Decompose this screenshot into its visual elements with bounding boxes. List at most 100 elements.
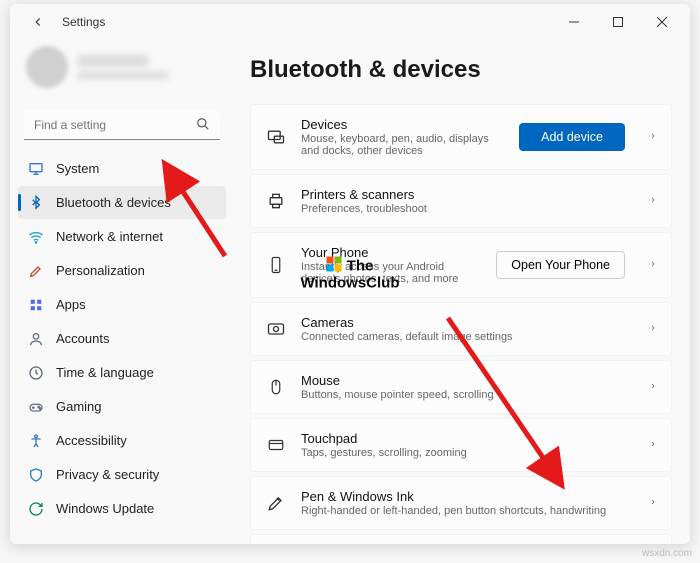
sidebar-item-time[interactable]: Time & language <box>18 356 226 389</box>
card-title: Printers & scanners <box>301 187 625 202</box>
card-icon <box>265 190 287 212</box>
close-button[interactable] <box>640 7 684 37</box>
sidebar-item-label: Personalization <box>56 263 145 278</box>
card-text: Your PhoneInstantly access your Android … <box>301 245 482 285</box>
window-title: Settings <box>62 15 105 29</box>
card-pen-windows-ink[interactable]: Pen & Windows InkRight-handed or left-ha… <box>250 476 672 530</box>
card-subtitle: Buttons, mouse pointer speed, scrolling <box>301 389 625 401</box>
profile-text <box>78 55 168 80</box>
card-icon <box>265 318 287 340</box>
titlebar: Settings <box>10 4 690 40</box>
chevron-right-icon <box>649 438 657 453</box>
maximize-button[interactable] <box>596 7 640 37</box>
card-list: DevicesMouse, keyboard, pen, audio, disp… <box>250 104 672 544</box>
chevron-right-icon <box>649 380 657 395</box>
card-text: TouchpadTaps, gestures, scrolling, zoomi… <box>301 431 625 459</box>
search-input[interactable] <box>24 110 220 140</box>
sidebar-item-privacy[interactable]: Privacy & security <box>18 458 226 491</box>
apps-icon <box>28 297 44 313</box>
card-title: Touchpad <box>301 431 625 446</box>
card-devices[interactable]: DevicesMouse, keyboard, pen, audio, disp… <box>250 104 672 170</box>
card-your-phone[interactable]: Your PhoneInstantly access your Android … <box>250 232 672 298</box>
sidebar-item-label: Privacy & security <box>56 467 159 482</box>
main: Bluetooth & devices DevicesMouse, keyboa… <box>232 40 690 544</box>
card-title: Cameras <box>301 315 625 330</box>
chevron-right-icon <box>649 258 657 273</box>
card-title: Your Phone <box>301 245 482 260</box>
card-touchpad[interactable]: TouchpadTaps, gestures, scrolling, zoomi… <box>250 418 672 472</box>
sidebar-item-label: System <box>56 161 99 176</box>
sidebar-item-apps[interactable]: Apps <box>18 288 226 321</box>
card-text: Pen & Windows InkRight-handed or left-ha… <box>301 489 625 517</box>
add-device-button[interactable]: Add device <box>519 123 625 151</box>
sidebar-item-label: Accounts <box>56 331 109 346</box>
sidebar-item-label: Accessibility <box>56 433 127 448</box>
sidebar-item-network[interactable]: Network & internet <box>18 220 226 253</box>
card-subtitle: Connected cameras, default image setting… <box>301 331 625 343</box>
chevron-right-icon <box>649 194 657 209</box>
back-arrow-icon <box>31 15 45 29</box>
sidebar-item-label: Gaming <box>56 399 102 414</box>
gaming-icon <box>28 399 44 415</box>
card-icon <box>265 492 287 514</box>
accessibility-icon <box>28 433 44 449</box>
card-title: Devices <box>301 117 505 132</box>
profile[interactable] <box>18 40 226 104</box>
sidebar-item-gaming[interactable]: Gaming <box>18 390 226 423</box>
chevron-right-icon <box>649 130 657 145</box>
nav: System Bluetooth & devices Network & inter… <box>18 152 226 525</box>
card-subtitle: Preferences, troubleshoot <box>301 203 625 215</box>
back-button[interactable] <box>24 8 52 36</box>
card-text: Printers & scannersPreferences, troubles… <box>301 187 625 215</box>
update-icon <box>28 501 44 517</box>
card-title: Pen & Windows Ink <box>301 489 625 504</box>
chevron-right-icon <box>649 496 657 511</box>
card-icon <box>265 126 287 148</box>
network-icon <box>28 229 44 245</box>
sidebar-item-label: Network & internet <box>56 229 163 244</box>
minimize-button[interactable] <box>552 7 596 37</box>
card-cameras[interactable]: CamerasConnected cameras, default image … <box>250 302 672 356</box>
minimize-icon <box>569 17 579 27</box>
card-autoplay[interactable]: AutoPlayDefaults for removable drives an… <box>250 534 672 544</box>
card-text: DevicesMouse, keyboard, pen, audio, disp… <box>301 117 505 157</box>
sidebar: System Bluetooth & devices Network & inter… <box>10 40 232 544</box>
chevron-right-icon <box>649 322 657 337</box>
avatar <box>26 46 68 88</box>
personalization-icon <box>28 263 44 279</box>
card-text: MouseButtons, mouse pointer speed, scrol… <box>301 373 625 401</box>
card-subtitle: Taps, gestures, scrolling, zooming <box>301 447 625 459</box>
sidebar-item-bluetooth[interactable]: Bluetooth & devices <box>18 186 226 219</box>
sidebar-item-label: Windows Update <box>56 501 154 516</box>
maximize-icon <box>613 17 623 27</box>
page-title: Bluetooth & devices <box>250 40 672 104</box>
search-icon <box>196 117 210 134</box>
settings-window: Settings SystemBluetooth & devi <box>10 4 690 544</box>
sidebar-item-personalization[interactable]: Personalization <box>18 254 226 287</box>
card-subtitle: Instantly access your Android device's p… <box>301 261 482 285</box>
card-text: CamerasConnected cameras, default image … <box>301 315 625 343</box>
open-your-phone-button[interactable]: Open Your Phone <box>496 251 625 279</box>
sidebar-item-accounts[interactable]: Accounts <box>18 322 226 355</box>
bluetooth-icon <box>28 195 44 211</box>
sidebar-item-label: Bluetooth & devices <box>56 195 171 210</box>
card-icon <box>265 376 287 398</box>
sidebar-item-system[interactable]: System <box>18 152 226 185</box>
footer-credit: wsxdn.com <box>642 548 692 559</box>
system-icon <box>28 161 44 177</box>
privacy-icon <box>28 467 44 483</box>
accounts-icon <box>28 331 44 347</box>
sidebar-item-update[interactable]: Windows Update <box>18 492 226 525</box>
sidebar-item-label: Apps <box>56 297 86 312</box>
sidebar-item-accessibility[interactable]: Accessibility <box>18 424 226 457</box>
sidebar-item-label: Time & language <box>56 365 154 380</box>
card-icon <box>265 434 287 456</box>
card-subtitle: Right-handed or left-handed, pen button … <box>301 505 625 517</box>
time-icon <box>28 365 44 381</box>
card-mouse[interactable]: MouseButtons, mouse pointer speed, scrol… <box>250 360 672 414</box>
close-icon <box>657 17 667 27</box>
card-printers-scanners[interactable]: Printers & scannersPreferences, troubles… <box>250 174 672 228</box>
search <box>24 110 220 140</box>
card-icon <box>265 254 287 276</box>
window-controls <box>552 7 684 37</box>
